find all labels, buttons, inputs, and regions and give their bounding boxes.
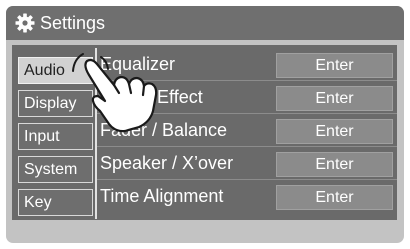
time-alignment-enter-button[interactable]: Enter: [276, 185, 393, 210]
pointing-hand-icon: [72, 53, 158, 133]
setting-row-speaker-xover: Speaker / X’over Enter: [97, 149, 397, 180]
tab-key[interactable]: Key: [18, 189, 93, 216]
title-bar: Settings: [6, 6, 404, 40]
tab-system[interactable]: System: [18, 156, 93, 183]
row-separator: [97, 146, 397, 147]
setting-label-speaker-xover: Speaker / X’over: [100, 153, 234, 173]
equalizer-enter-button[interactable]: Enter: [276, 53, 393, 78]
row-separator: [97, 179, 397, 180]
page-title: Settings: [40, 13, 106, 33]
gear-icon: [15, 13, 35, 33]
setting-row-time-alignment: Time Alignment Enter: [97, 182, 397, 213]
settings-screen: Settings Audio Display Input System Key …: [6, 6, 404, 243]
fader-balance-enter-button[interactable]: Enter: [276, 119, 393, 144]
speaker-xover-enter-button[interactable]: Enter: [276, 152, 393, 177]
setting-label-time-alignment: Time Alignment: [100, 186, 224, 206]
sound-effect-enter-button[interactable]: Enter: [276, 86, 393, 111]
